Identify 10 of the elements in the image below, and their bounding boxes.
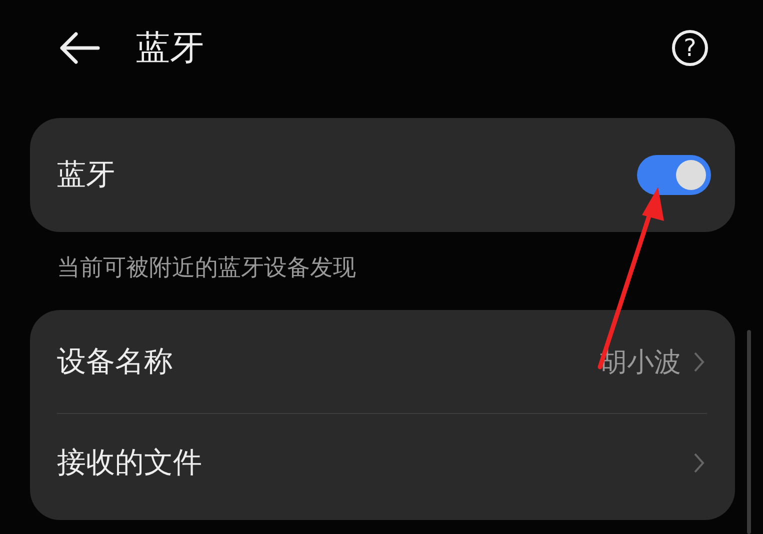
back-arrow-icon[interactable]: [58, 31, 100, 65]
hint-text: 当前可被附近的蓝牙设备发现: [56, 254, 357, 283]
help-icon[interactable]: ?: [672, 30, 708, 66]
row-label[interactable]: 接收的文件: [57, 442, 693, 482]
chevron-icon: [693, 452, 705, 474]
row-label[interactable]: 设备名称: [57, 342, 600, 382]
chevron-icon: [693, 350, 705, 372]
page-title: 蓝牙: [136, 27, 205, 70]
bluetooth-toggle[interactable]: [637, 155, 711, 195]
bluetooth-label: 蓝牙: [57, 156, 116, 193]
